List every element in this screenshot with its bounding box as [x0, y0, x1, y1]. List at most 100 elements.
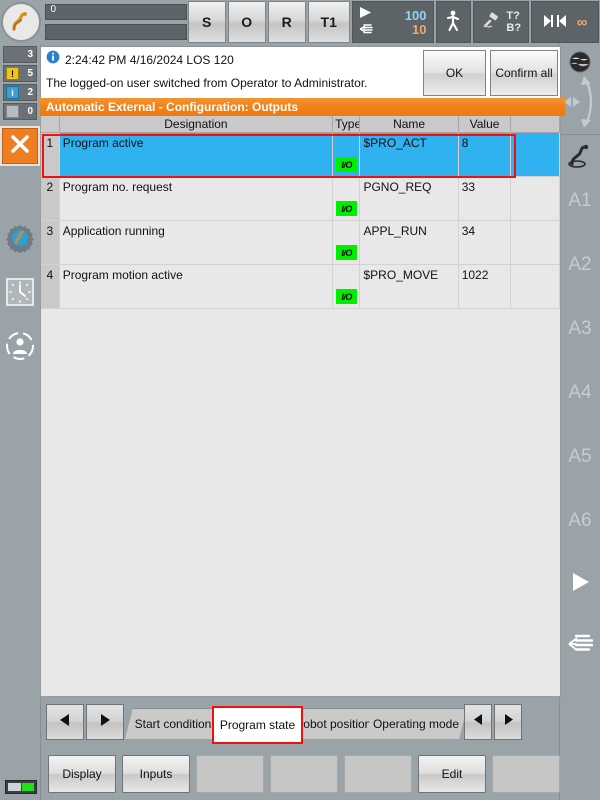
increment-button[interactable]: ∞	[531, 1, 600, 43]
table-row[interactable]: 3 Application running I/O APPL_RUN 34	[41, 220, 560, 265]
tab-program-state-label: Program state	[219, 718, 296, 732]
function-key-4[interactable]	[270, 755, 338, 793]
message-badge-acknowledged[interactable]: 0	[3, 103, 37, 120]
info-icon: i	[6, 86, 19, 99]
row-value[interactable]: 8	[458, 132, 512, 177]
status-button-s[interactable]: S	[187, 1, 226, 43]
confirm-all-button[interactable]: Confirm all	[490, 50, 558, 96]
tab-scroll-prev-button[interactable]	[464, 704, 492, 740]
smartpad-screen: 0 S O R T1 100 10 T? B? ∞ 3 ! 5 i 2 0 A1…	[0, 0, 600, 800]
kuka-logo-button[interactable]	[0, 0, 41, 44]
message-badge-total[interactable]: 3	[3, 46, 37, 63]
tab-program-state[interactable]: Program state	[212, 706, 303, 744]
inputs-button[interactable]: Inputs	[122, 755, 190, 793]
column-header-designation[interactable]: Designation	[59, 116, 334, 133]
axis-button-a2[interactable]: A2	[560, 233, 600, 297]
axis-button-a3[interactable]: A3	[560, 297, 600, 361]
arrow-right-icon	[97, 712, 113, 733]
row-name: $PRO_MOVE	[359, 264, 459, 309]
column-header-name[interactable]: Name	[359, 116, 459, 133]
axis-button-a6[interactable]: A6	[560, 489, 600, 553]
program-run-button[interactable]	[560, 553, 600, 615]
manual-jog-button[interactable]	[560, 615, 600, 677]
stop-close-button[interactable]	[2, 128, 38, 164]
ok-button[interactable]: OK	[423, 50, 486, 96]
override-slider-track[interactable]: 0	[45, 4, 187, 20]
tab-robot-position-label: Robot position	[294, 717, 372, 731]
table-row[interactable]: 1 Program active I/O $PRO_ACT 8	[41, 132, 560, 177]
info-circle-icon	[46, 50, 60, 69]
message-timestamp: 2:24:42 PM 4/16/2024 LOS 120	[65, 52, 234, 67]
column-header-spacer	[510, 116, 560, 133]
increment-jog-icon	[543, 14, 567, 31]
sidebar-clock[interactable]	[4, 277, 36, 310]
display-button[interactable]: Display	[48, 755, 116, 793]
row-spacer	[510, 132, 560, 177]
base-label: B?	[506, 22, 522, 34]
function-key-bar: Display Inputs Edit	[40, 752, 568, 796]
io-signal-icon: I/O	[336, 289, 358, 304]
status-button-r[interactable]: R	[267, 1, 306, 43]
hand-jog-icon	[567, 634, 594, 659]
status-led-right	[21, 783, 34, 791]
confirm-all-button-label: Confirm all	[495, 66, 553, 80]
arrow-left-icon	[57, 712, 73, 733]
column-header-index[interactable]	[41, 116, 60, 133]
row-designation: Program active	[59, 132, 334, 177]
tool-label: T?	[506, 10, 520, 22]
arrow-left-icon	[472, 713, 485, 731]
user-group-icon	[5, 331, 35, 366]
outputs-table: Designation Type Name Value 1 Program ac…	[41, 116, 560, 309]
increment-value: ∞	[576, 13, 588, 31]
function-key-3[interactable]	[196, 755, 264, 793]
axis-button-a4[interactable]: A4	[560, 361, 600, 425]
message-badge-warning[interactable]: ! 5	[3, 65, 37, 82]
function-key-5[interactable]	[344, 755, 412, 793]
status-button-r-label: R	[281, 14, 292, 30]
tool-base-button[interactable]: T? B?	[473, 1, 530, 43]
row-name: APPL_RUN	[359, 220, 459, 265]
row-value[interactable]: 33	[458, 176, 512, 221]
row-type: I/O	[332, 264, 361, 309]
sidebar-robot-settings[interactable]	[4, 224, 36, 256]
status-button-t1[interactable]: T1	[307, 1, 350, 43]
override-slider-value: 0	[50, 4, 56, 15]
message-badge-info[interactable]: i 2	[3, 84, 37, 101]
message-body: 2:24:42 PM 4/16/2024 LOS 120 The logged-…	[41, 47, 421, 99]
row-spacer	[510, 264, 560, 309]
tab-scroll-next-button[interactable]	[494, 704, 522, 740]
axis-label-a4: A4	[568, 382, 592, 403]
tab-operating-mode[interactable]: Operating mode	[365, 708, 467, 739]
row-name: $PRO_ACT	[359, 132, 459, 177]
row-value[interactable]: 34	[458, 220, 512, 265]
row-value[interactable]: 1022	[458, 264, 512, 309]
axis-button-a5[interactable]: A5	[560, 425, 600, 489]
coordinate-system-section	[560, 44, 600, 135]
function-key-7[interactable]	[492, 755, 560, 793]
row-designation: Application running	[59, 220, 334, 265]
override-program-value: 100	[404, 7, 427, 23]
tab-start-conditions-label: Start conditions	[134, 717, 218, 731]
axis-button-a1[interactable]: A1	[560, 169, 600, 233]
table-row[interactable]: 2 Program no. request I/O PGNO_REQ 33	[41, 176, 560, 221]
edit-button[interactable]: Edit	[418, 755, 486, 793]
override-sliders[interactable]: 0	[41, 4, 187, 40]
jog-direction-arrows-icon[interactable]	[562, 74, 598, 135]
column-header-value[interactable]: Value	[458, 116, 512, 133]
robot-axis-icon[interactable]	[565, 143, 595, 169]
row-index: 3	[41, 220, 60, 265]
table-row[interactable]: 4 Program motion active I/O $PRO_MOVE 10…	[41, 264, 560, 309]
override-display[interactable]: 100 10	[351, 1, 434, 43]
tab-prev-button[interactable]	[46, 704, 84, 740]
status-button-o[interactable]: O	[227, 1, 266, 43]
message-window[interactable]: 2:24:42 PM 4/16/2024 LOS 120 The logged-…	[40, 46, 561, 100]
sidebar-user[interactable]	[4, 331, 36, 366]
tab-next-button[interactable]	[86, 704, 124, 740]
column-header-type[interactable]: Type	[332, 116, 361, 133]
message-badge-info-count: 2	[27, 87, 33, 98]
close-x-icon	[9, 133, 31, 160]
outputs-table-container[interactable]: Designation Type Name Value 1 Program ac…	[40, 116, 561, 697]
jog-mode-button[interactable]	[435, 1, 472, 43]
override-slider-track-2[interactable]	[45, 24, 187, 40]
axis-label-a5: A5	[568, 446, 592, 467]
